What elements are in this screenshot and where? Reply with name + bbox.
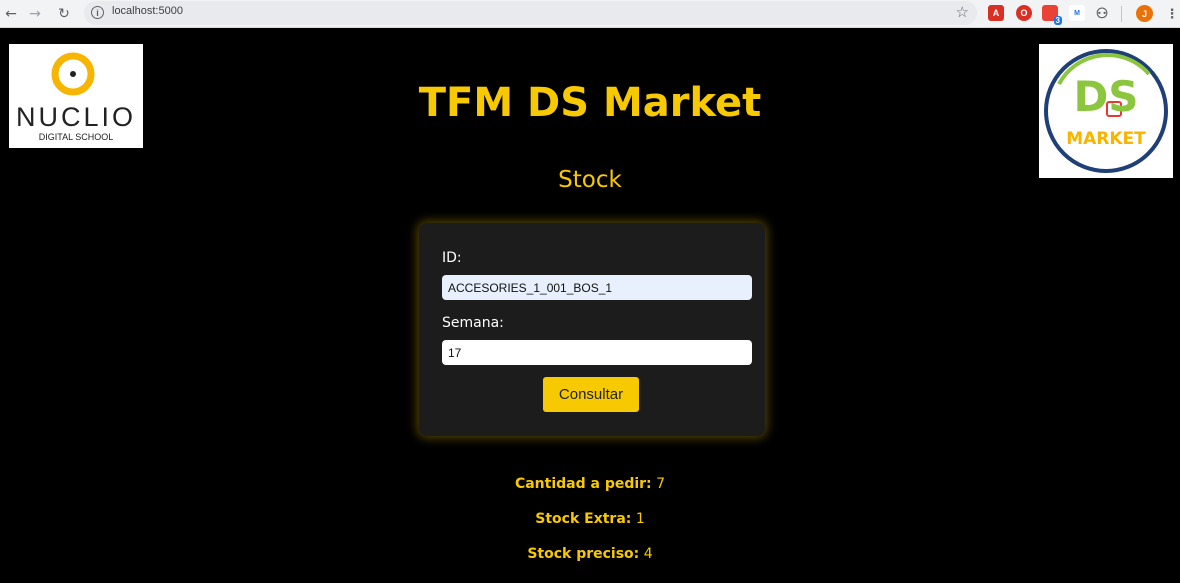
page-subtitle: Stock [558,167,622,193]
page-title: TFM DS Market [418,80,762,126]
result-precise: Stock preciso: 4 [0,546,1180,562]
id-input[interactable] [442,275,752,300]
week-label: Semana: [442,315,504,331]
result-order-label: Cantidad a pedir: [514,476,652,492]
result-order-value: 7 [656,476,666,492]
result-order: Cantidad a pedir: 7 [0,476,1180,492]
toolbar-divider [1121,6,1122,22]
consultar-button[interactable]: Consultar [543,377,639,412]
translate-extension-icon[interactable]: M [1069,5,1085,21]
back-arrow-icon[interactable]: ← [0,3,22,25]
result-extra-label: Stock Extra: [535,511,632,527]
pdf-extension-icon[interactable]: A [988,5,1004,21]
notification-badge: 3 [1053,16,1062,25]
result-extra: Stock Extra: 1 [0,511,1180,527]
browser-toolbar: ← → ↻ i localhost:5000 ☆ A O 3 M ⚇ J ⋮ [0,0,1180,28]
notification-extension-icon[interactable]: 3 [1042,5,1062,25]
address-bar[interactable]: i localhost:5000 ☆ [84,1,977,25]
id-label: ID: [442,250,462,266]
result-precise-value: 4 [643,546,653,562]
ds-market-logo-sub: MARKET [1066,129,1146,149]
extensions-puzzle-icon[interactable]: ⚇ [1094,5,1110,21]
forward-arrow-icon[interactable]: → [24,3,46,25]
address-bar-url: localhost:5000 [112,5,183,17]
stock-form-card: ID: Semana: Consultar [419,223,765,436]
reload-icon[interactable]: ↻ [53,3,75,25]
profile-avatar[interactable]: J [1136,5,1153,22]
week-input[interactable] [442,340,752,365]
menu-kebab-icon[interactable]: ⋮ [1161,3,1180,25]
shield-extension-icon[interactable]: O [1016,5,1032,21]
bookmark-star-icon[interactable]: ☆ [956,3,969,21]
nuclio-logo-sub: DIGITAL SCHOOL [38,132,114,142]
result-extra-value: 1 [635,511,645,527]
result-precise-label: Stock preciso: [527,546,640,562]
site-info-icon[interactable]: i [91,6,104,19]
